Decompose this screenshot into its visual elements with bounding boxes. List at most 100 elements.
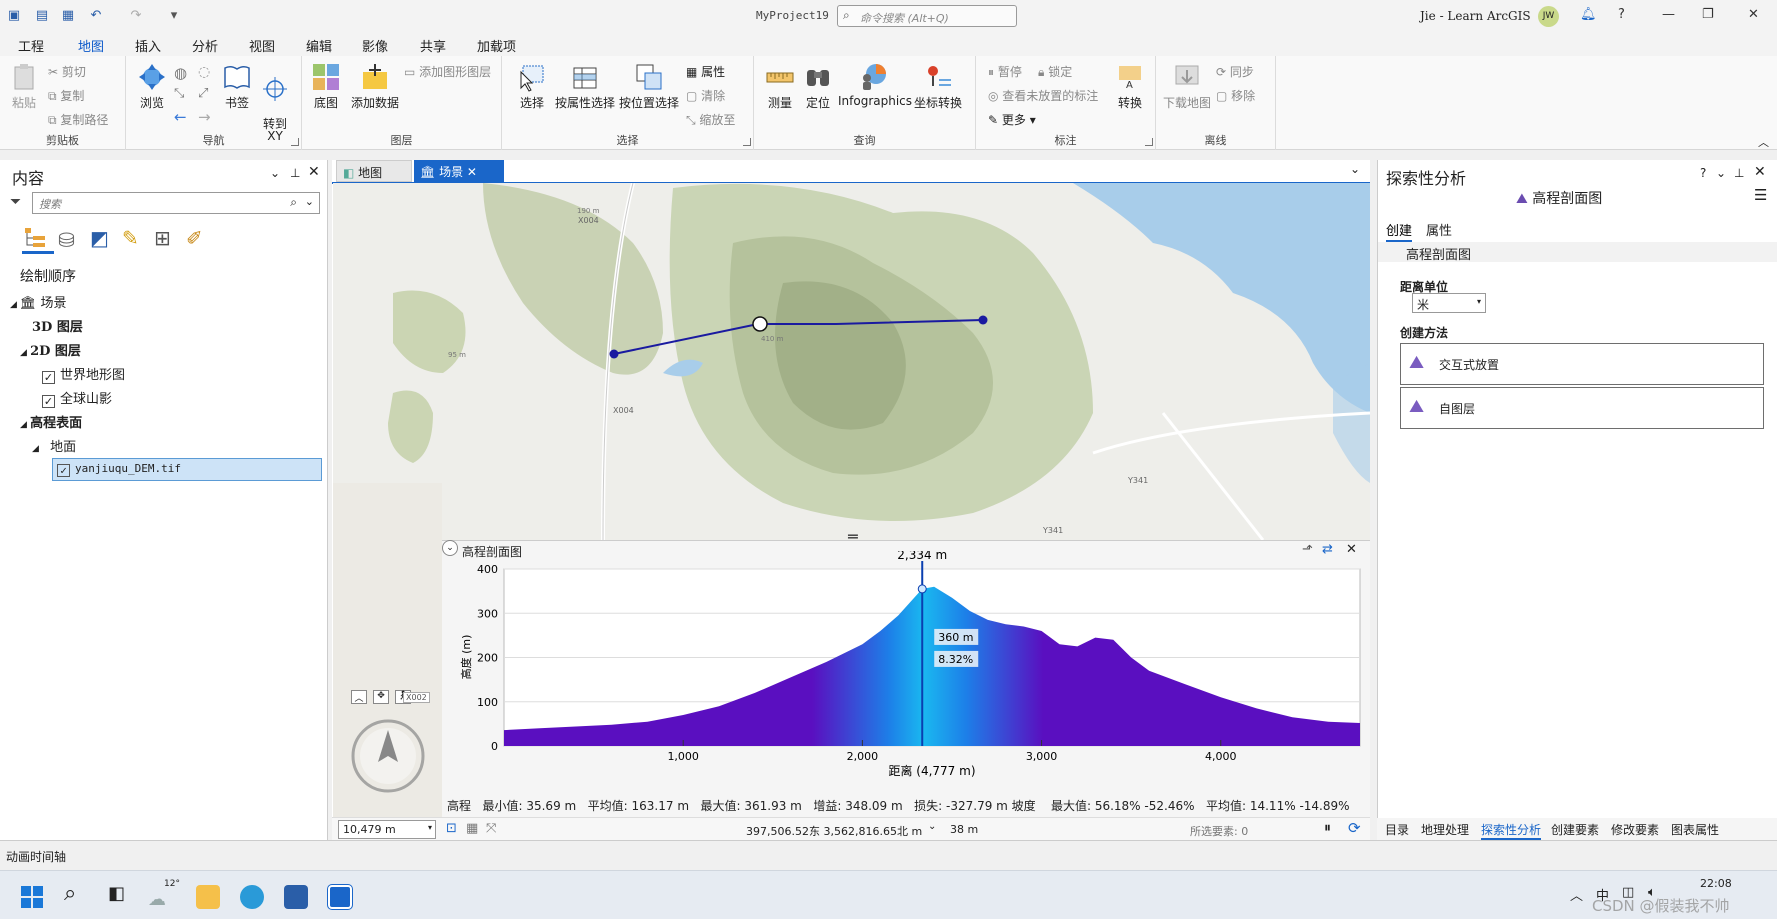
tab-create-features[interactable]: 创建要素	[1551, 821, 1599, 838]
tab-scene-view[interactable]: 🏛︎ 场景 ✕	[414, 160, 504, 182]
tab-project[interactable]: 工程	[18, 36, 44, 55]
data-source-icon[interactable]: ⛁	[58, 228, 75, 252]
new-project-icon[interactable]: ▣	[6, 8, 22, 24]
weather-widget[interactable]: ☁︎ 12°	[148, 879, 180, 911]
explore-button[interactable]: 浏览	[134, 62, 170, 111]
distance-unit-select[interactable]: 米 ▾	[1412, 293, 1486, 313]
zoom-to-button[interactable]: ⤡ 缩放至	[686, 111, 735, 128]
back-icon[interactable]: ←	[174, 108, 187, 126]
more-button[interactable]: ✎ 更多 ▾	[988, 111, 1036, 128]
undo-icon[interactable]: ↶	[88, 8, 104, 24]
locate-button[interactable]: 定位	[800, 62, 836, 111]
add-data-button[interactable]: 添加数据	[348, 62, 402, 111]
start-icon[interactable]	[20, 885, 44, 909]
tab-exploratory-analysis[interactable]: 探索性分析	[1481, 821, 1542, 840]
help-button[interactable]: ?	[1618, 7, 1625, 22]
tab-chart-properties[interactable]: 图表属性	[1671, 821, 1719, 838]
tray-chevron-icon[interactable]: ︿	[1570, 885, 1583, 904]
attributes-button[interactable]: ▦ 属性	[686, 63, 725, 80]
customize-icon[interactable]: ▾	[166, 8, 182, 24]
constraints-icon[interactable]: ⤧	[486, 821, 496, 836]
checkbox[interactable]: ✓	[57, 464, 70, 477]
contents-search-input[interactable]: 搜索 ⌕ ⌄	[32, 192, 320, 214]
remove-button[interactable]: ▢ 移除	[1216, 87, 1255, 104]
elevation-surfaces-node[interactable]: ◢ 高程表面	[20, 412, 82, 431]
resize-handle-icon[interactable]: ═	[848, 527, 858, 546]
tab-properties[interactable]: 属性	[1426, 220, 1452, 239]
lock-button[interactable]: 🔒︎ 锁定	[1038, 63, 1072, 80]
selection-tab-icon[interactable]: ◩	[90, 226, 109, 250]
filter-icon[interactable]: ⏷	[10, 194, 21, 210]
tab-analysis[interactable]: 分析	[192, 36, 218, 55]
forward-icon[interactable]: →	[198, 108, 211, 126]
grid-icon[interactable]: ▦	[466, 821, 478, 836]
infographics-button[interactable]: Infographics	[838, 62, 912, 108]
interactive-placement-button[interactable]: ⛰︎ 交互式放置	[1400, 343, 1764, 385]
close-icon[interactable]: ✕	[308, 164, 320, 180]
scale-input[interactable]: 10,479 m ▾	[338, 820, 436, 839]
pause-button[interactable]: ⏸ 暂停	[988, 63, 1022, 80]
tabs-menu-icon[interactable]: ⌄	[1350, 162, 1360, 176]
close-button[interactable]: ✕	[1748, 7, 1759, 22]
tab-view[interactable]: 视图	[249, 36, 275, 55]
notification-icon[interactable]: 🔔︎	[1580, 7, 1597, 22]
navigate-launcher[interactable]	[291, 138, 299, 146]
profile-chart[interactable]: 0 100 200 300 400 1,000 2,000 3,000 4,000 2,334…	[442, 551, 1370, 791]
pane-menu-icon[interactable]: ⌄	[1716, 166, 1726, 180]
checkbox[interactable]: ✓	[42, 395, 55, 408]
save-icon[interactable]: ▦	[60, 8, 76, 24]
refresh-icon[interactable]: ⟳	[1348, 819, 1361, 837]
tab-modify-features[interactable]: 修改要素	[1611, 821, 1659, 838]
from-layer-button[interactable]: ⛰︎ 自图层	[1400, 387, 1764, 429]
sync-button[interactable]: ⟳ 同步	[1216, 63, 1254, 80]
chevron-down-icon[interactable]: ⌄	[928, 821, 936, 832]
tab-catalog[interactable]: 目录	[1385, 821, 1409, 838]
scene-node[interactable]: ◢ 🏛︎ 场景	[10, 292, 66, 311]
pin-icon[interactable]: ⊥	[290, 166, 300, 180]
select-button[interactable]: 选择	[514, 62, 550, 111]
select-by-location-button[interactable]: 按位置选择	[618, 62, 680, 111]
tab-map-view[interactable]: ◧ 地图	[336, 160, 412, 182]
minimize-button[interactable]: —	[1662, 7, 1675, 22]
convert-coordinates-button[interactable]: 坐标转换	[910, 62, 966, 111]
cut-button[interactable]: ✂ 剪切	[48, 63, 86, 80]
arcgis-pro-icon[interactable]	[328, 885, 352, 909]
labeling-tab-icon[interactable]: ✐	[186, 226, 203, 250]
ground-node[interactable]: ◢ 地面	[32, 436, 76, 455]
tab-insert[interactable]: 插入	[135, 36, 161, 55]
profile-start-point[interactable]	[609, 349, 619, 359]
basemap-button[interactable]: 底图	[308, 62, 344, 111]
copy-button[interactable]: ⧉ 复制	[48, 87, 84, 104]
scene-view[interactable]: X004 X004 Y341 Y341 190 m 410 m 95 m	[333, 183, 1370, 540]
selected-features[interactable]: 所选要素: 0	[1190, 823, 1248, 839]
command-search-input[interactable]: ⌕ 命令搜索 (Alt+Q)	[837, 5, 1017, 27]
terrain-map[interactable]: X004 X004 Y341 Y341 190 m 410 m 95 m	[333, 183, 1370, 540]
convert-button[interactable]: A 转换	[1112, 62, 1148, 111]
snapping-icon[interactable]: ⊡	[446, 821, 457, 836]
selection-launcher[interactable]	[743, 138, 751, 146]
collapse-ribbon-icon[interactable]: ︿	[1758, 134, 1769, 150]
goto-xy-button[interactable]: 转到 XY	[258, 62, 292, 142]
pause-drawing-icon[interactable]: ⏸	[1324, 820, 1331, 836]
editing-tab-icon[interactable]: ✎	[122, 226, 139, 250]
close-icon[interactable]: ✕	[1754, 164, 1766, 180]
help-icon[interactable]: ?	[1700, 166, 1706, 180]
add-graphics-layer-button[interactable]: ▭ 添加图形图层	[404, 63, 491, 80]
layer-topo[interactable]: ✓ 世界地形图	[42, 364, 125, 384]
store-icon[interactable]	[284, 885, 308, 909]
navigator-compass[interactable]	[350, 718, 426, 794]
restore-button[interactable]: ❐	[1702, 7, 1714, 22]
labeling-launcher[interactable]	[1145, 138, 1153, 146]
profile-cursor-marker[interactable]	[752, 316, 768, 332]
full-extent-icon[interactable]: ⤡	[174, 86, 184, 101]
tab-geoprocessing[interactable]: 地理处理	[1421, 821, 1469, 838]
fixed-zoom-icon[interactable]: ⤢	[198, 86, 208, 101]
pin-icon[interactable]: ⊥	[1734, 166, 1744, 180]
tab-edit[interactable]: 编辑	[306, 36, 332, 55]
edge-icon[interactable]	[240, 885, 264, 909]
clear-button[interactable]: ▢ 清除	[686, 87, 725, 104]
drawing-order-tab[interactable]	[22, 224, 54, 254]
measure-button[interactable]: 测量	[762, 62, 798, 111]
redo-icon[interactable]: ↷	[128, 8, 144, 24]
snapping-tab-icon[interactable]: ⊞	[154, 226, 171, 250]
